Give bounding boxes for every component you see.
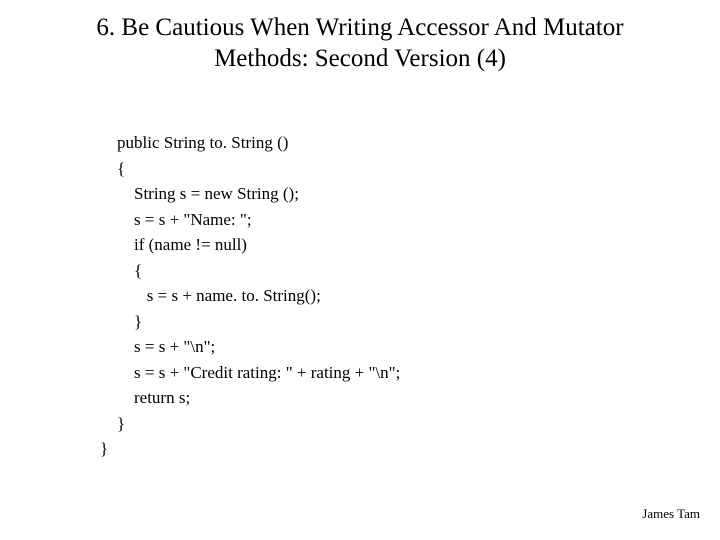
title-line-2: Methods: Second Version (4) [214,45,506,72]
slide: 6. Be Cautious When Writing Accessor And… [0,0,720,540]
title-line-1: 6. Be Cautious When Writing Accessor And… [96,14,623,41]
code-block: public String to. String () { String s =… [100,130,400,462]
slide-title: 6. Be Cautious When Writing Accessor And… [0,0,720,75]
footer-author: James Tam [642,506,700,522]
